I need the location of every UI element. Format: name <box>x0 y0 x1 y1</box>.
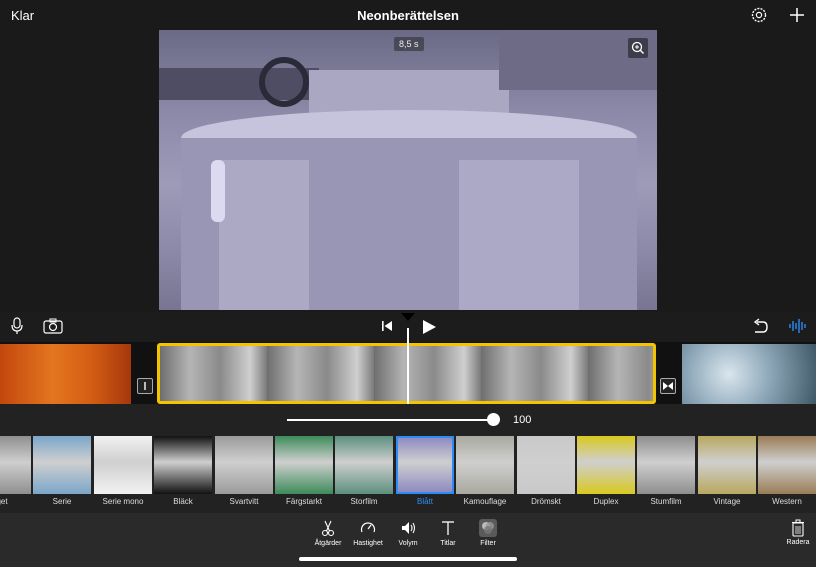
skip-back-icon[interactable] <box>381 320 393 332</box>
filter-thumbnail[interactable] <box>0 436 31 494</box>
filter-intensity-track[interactable] <box>287 419 495 421</box>
timeline-clip[interactable] <box>0 344 131 404</box>
undo-icon[interactable] <box>751 318 769 334</box>
transition-icon[interactable] <box>660 378 676 394</box>
home-indicator <box>299 557 517 561</box>
filter-thumbnail[interactable] <box>154 436 212 494</box>
filter-thumbnail[interactable] <box>396 436 454 494</box>
tool-speedometer[interactable] <box>346 519 390 542</box>
filter-label: Drömskt <box>531 497 561 506</box>
tool-label: Filter <box>480 540 496 547</box>
filter-label: Storfilm <box>350 497 378 506</box>
camera-icon[interactable] <box>43 318 63 334</box>
tool-filter-circles[interactable] <box>466 519 510 542</box>
project-title: Neonberättelsen <box>357 8 459 23</box>
filter-thumbnail[interactable] <box>94 436 152 494</box>
filter-intensity-knob[interactable] <box>487 413 500 426</box>
tool-speaker[interactable] <box>386 519 430 542</box>
filter-thumbnail[interactable] <box>215 436 273 494</box>
video-preview[interactable] <box>159 30 657 310</box>
filter-thumbnail[interactable] <box>577 436 635 494</box>
playhead[interactable] <box>407 328 409 405</box>
filter-intensity-value: 100 <box>513 414 532 426</box>
filter-thumbnail[interactable] <box>637 436 695 494</box>
filter-label: Western <box>772 497 802 506</box>
filter-label: Serie <box>52 497 72 506</box>
filter-label: get <box>0 497 8 506</box>
microphone-icon[interactable] <box>10 317 24 335</box>
timeline-clip[interactable] <box>682 344 816 404</box>
scissors-icon <box>321 520 335 537</box>
tool-text-t[interactable] <box>426 519 470 542</box>
duration-badge: 8,5 s <box>394 37 424 51</box>
waveform-icon[interactable] <box>788 318 808 334</box>
filter-thumbnail[interactable] <box>698 436 756 494</box>
filter-label: Serie mono <box>102 497 144 506</box>
filter-circles-icon <box>479 519 497 537</box>
play-icon[interactable] <box>421 319 437 335</box>
filter-label: Bläck <box>173 497 193 506</box>
filter-thumbnail[interactable] <box>33 436 91 494</box>
filter-label: Duplex <box>593 497 619 506</box>
speaker-icon <box>402 522 416 534</box>
filter-thumbnail[interactable] <box>335 436 393 494</box>
filter-label: Stumfilm <box>650 497 682 506</box>
plus-icon[interactable] <box>787 5 807 25</box>
magnifier-plus-icon[interactable] <box>628 38 648 58</box>
filter-label: Vintage <box>713 497 741 506</box>
trash-icon[interactable] <box>791 519 805 537</box>
filter-label: Blått <box>416 497 433 506</box>
tool-scissors[interactable] <box>306 519 350 542</box>
delete-label: Radera <box>786 539 810 546</box>
video-frame-illustration <box>159 30 657 310</box>
gear-icon[interactable] <box>750 6 768 24</box>
trim-handle-left[interactable] <box>137 378 153 394</box>
filter-thumbnail[interactable] <box>456 436 514 494</box>
filter-thumbnail[interactable] <box>517 436 575 494</box>
filter-label: Svartvitt <box>229 497 259 506</box>
speedometer-icon <box>360 522 376 533</box>
filter-thumbnail[interactable] <box>275 436 333 494</box>
filter-label: Kamouflage <box>463 497 507 506</box>
text-t-icon <box>442 521 454 535</box>
filter-label: Färgstarkt <box>285 497 322 506</box>
filter-thumbnail[interactable] <box>758 436 816 494</box>
playhead-marker <box>401 313 415 321</box>
